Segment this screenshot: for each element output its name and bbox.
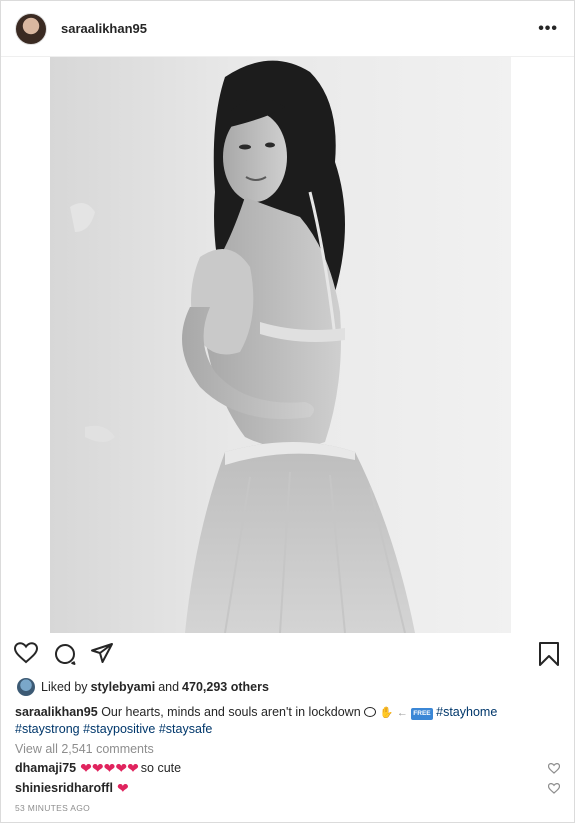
caption-username[interactable]: saraalikhan95 bbox=[15, 705, 98, 719]
instagram-post: saraalikhan95 ••• Liked by stylebyami an… bbox=[0, 0, 575, 823]
free-badge-icon: FREE bbox=[411, 708, 433, 720]
comment-row: dhamaji75 ❤❤❤❤❤ so cute bbox=[15, 759, 562, 777]
comment-text: so cute bbox=[140, 761, 182, 775]
share-icon[interactable] bbox=[90, 642, 114, 669]
liker-username[interactable]: stylebyami bbox=[91, 680, 156, 694]
likes-prefix: Liked by bbox=[41, 680, 88, 694]
comment-like-heart-icon[interactable] bbox=[547, 782, 561, 797]
hashtag-link[interactable]: #staypositive bbox=[83, 722, 155, 736]
comment-row: shiniesridharoffl ❤ bbox=[15, 779, 562, 797]
view-all-comments-link[interactable]: View all 2,541 comments bbox=[15, 742, 154, 756]
hashtag-link[interactable]: #stayhome bbox=[436, 705, 497, 719]
speech-bubble-icon bbox=[364, 707, 377, 717]
likes-others-count[interactable]: 470,293 others bbox=[182, 680, 269, 694]
hashtag-link[interactable]: #staysafe bbox=[159, 722, 213, 736]
post-header: saraalikhan95 ••• bbox=[1, 1, 574, 57]
heart-emoji-icon: ❤❤❤❤❤ bbox=[80, 760, 139, 776]
post-timestamp[interactable]: 53 MINUTES AGO bbox=[15, 803, 90, 813]
more-options-button[interactable]: ••• bbox=[538, 20, 558, 37]
comment-username[interactable]: dhamaji75 bbox=[15, 761, 76, 775]
post-photo-illustration bbox=[70, 60, 415, 633]
heart-emoji-icon: ❤ bbox=[116, 780, 129, 796]
post-caption: saraalikhan95 Our hearts, minds and soul… bbox=[15, 704, 560, 737]
comment-icon[interactable] bbox=[53, 642, 77, 671]
avatar[interactable] bbox=[15, 12, 47, 45]
comment-like-heart-icon[interactable] bbox=[547, 762, 561, 777]
hashtag-link[interactable]: #staystrong bbox=[15, 722, 80, 736]
post-author-username[interactable]: saraalikhan95 bbox=[61, 21, 147, 36]
heart-outline-icon[interactable] bbox=[13, 642, 39, 669]
arrow-left-icon: ← bbox=[396, 707, 408, 719]
comment-username[interactable]: shiniesridharoffl bbox=[15, 781, 113, 795]
hand-wash-icon: ✋ bbox=[379, 707, 394, 719]
post-actions bbox=[1, 638, 574, 672]
likes-conjunction: and bbox=[158, 680, 180, 694]
caption-text: Our hearts, minds and souls aren't in lo… bbox=[101, 705, 361, 719]
likes-summary: Liked by stylebyami and 470,293 others bbox=[17, 677, 272, 697]
bookmark-icon[interactable] bbox=[538, 642, 560, 671]
post-photo[interactable] bbox=[50, 57, 511, 633]
liker-avatar[interactable] bbox=[17, 678, 35, 696]
